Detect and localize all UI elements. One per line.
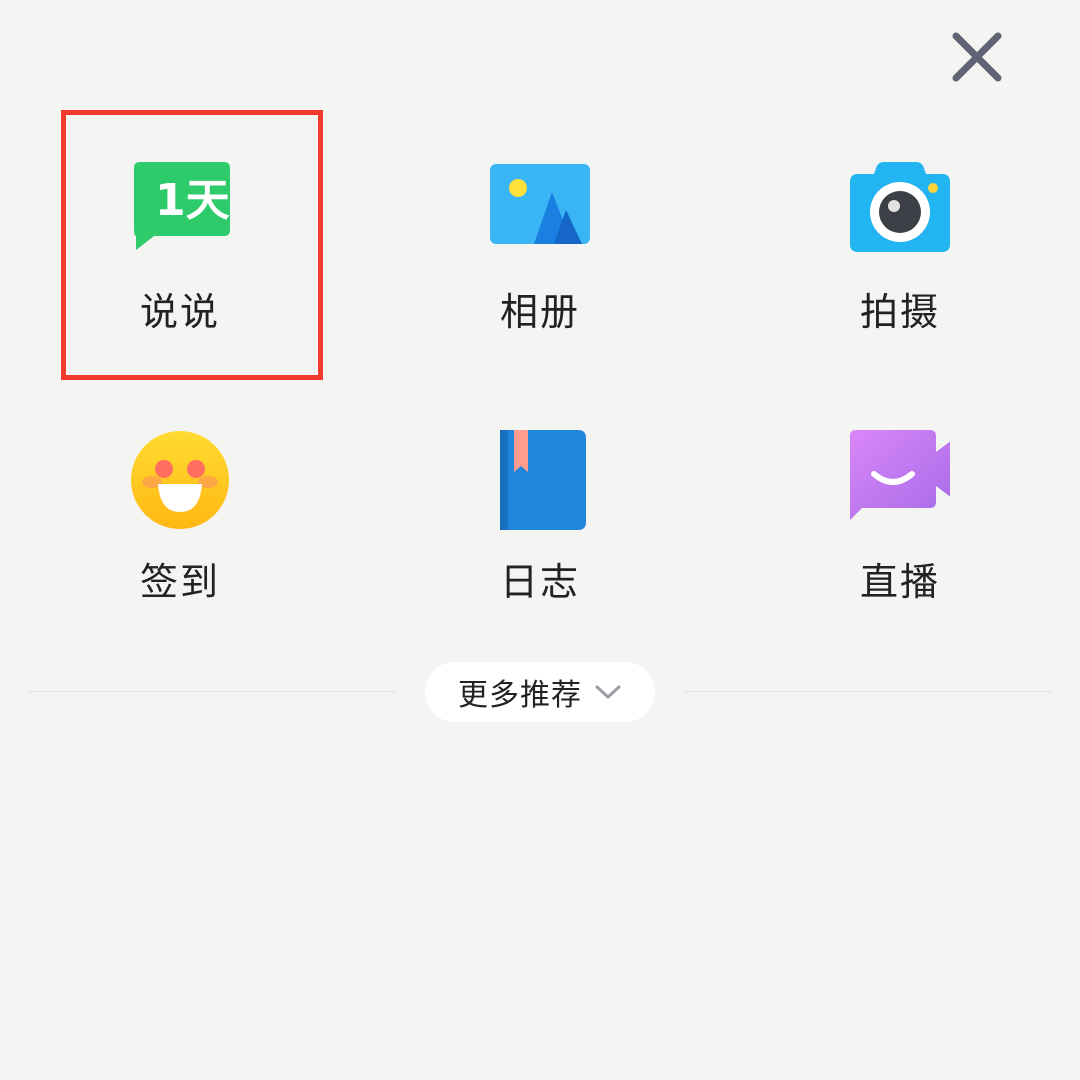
shuoshuo-badge-text: 1天 <box>155 175 230 226</box>
menu-item-live[interactable]: 直播 <box>800 390 1000 620</box>
menu-item-label: 说说 <box>139 290 220 334</box>
menu-item-journal[interactable]: 日志 <box>440 390 640 620</box>
menu-item-album[interactable]: 相册 <box>440 120 640 350</box>
menu-item-label: 拍摄 <box>859 290 940 334</box>
video-camera-smile-icon <box>850 430 950 530</box>
menu-item-checkin[interactable]: 签到 <box>80 390 280 620</box>
smiley-face-icon <box>130 430 230 530</box>
divider-right <box>684 691 1052 692</box>
chevron-down-icon <box>594 683 622 701</box>
menu-item-camera[interactable]: 拍摄 <box>800 120 1000 350</box>
photo-album-icon <box>490 160 590 260</box>
camera-icon <box>850 160 950 260</box>
more-recommendations-label: 更多推荐 <box>458 678 582 713</box>
menu-item-label: 相册 <box>499 290 580 334</box>
menu-item-label: 直播 <box>859 560 940 604</box>
divider-left <box>28 691 396 692</box>
more-recommendations-button[interactable]: 更多推荐 <box>425 662 655 722</box>
close-icon <box>952 32 1002 82</box>
menu-item-shuoshuo[interactable]: 1天 说说 <box>80 120 280 350</box>
speech-bubble-1day-icon: 1天 <box>130 160 230 260</box>
close-button[interactable] <box>946 26 1008 88</box>
menu-item-label: 日志 <box>499 560 580 604</box>
journal-book-icon <box>490 430 590 530</box>
menu-item-label: 签到 <box>139 560 220 604</box>
